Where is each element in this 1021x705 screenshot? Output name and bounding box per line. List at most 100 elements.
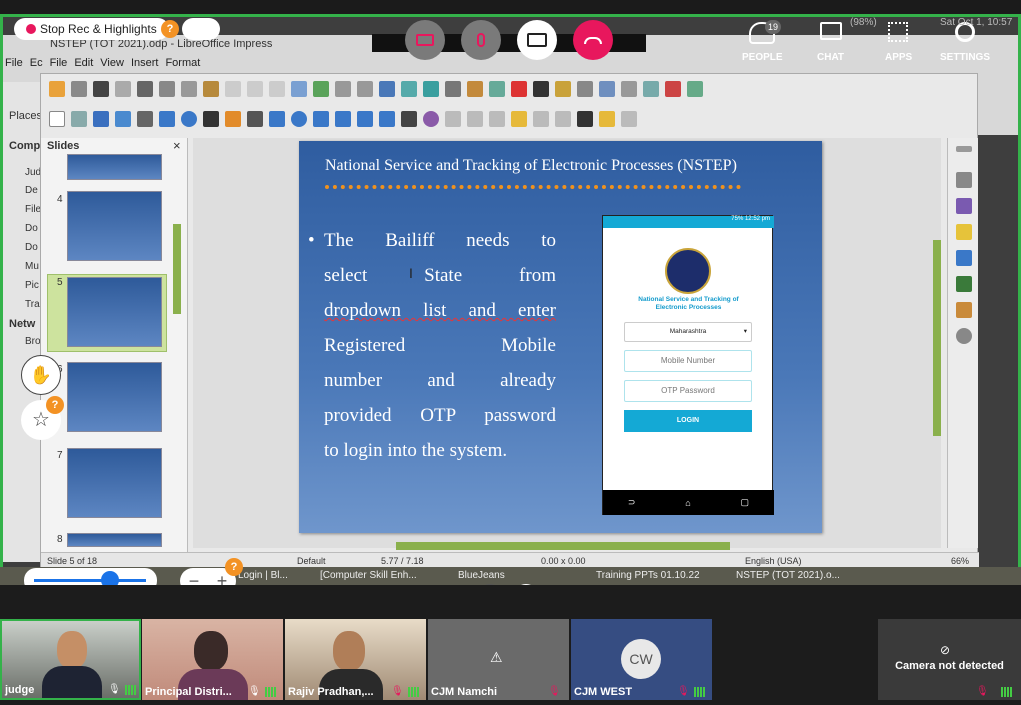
home-icon[interactable]: ⌂	[685, 498, 690, 508]
menu-item[interactable]: Edit	[74, 57, 93, 73]
animation-icon[interactable]	[956, 224, 972, 240]
taskbar-item[interactable]: NSTEP (TOT 2021).o...	[736, 570, 840, 581]
horizontal-scrollbar[interactable]	[396, 542, 730, 550]
properties-icon[interactable]	[956, 172, 972, 188]
sidebar-item[interactable]: Pic	[25, 280, 39, 291]
participant-tile[interactable]: Rajiv Pradhan,... 🎙	[285, 619, 426, 700]
taskbar-item[interactable]: BlueJeans	[458, 570, 505, 581]
styles-icon[interactable]	[956, 276, 972, 292]
sidebar-item[interactable]: Bro	[25, 336, 41, 347]
chat-label[interactable]: CHAT	[817, 52, 844, 63]
redo-icon[interactable]	[269, 81, 285, 97]
navigator-icon[interactable]	[956, 328, 972, 344]
media-icon[interactable]	[489, 81, 505, 97]
participant-tile[interactable]: judge 🎙	[0, 619, 141, 700]
glue-points-icon[interactable]	[599, 111, 615, 127]
sidebar-menu-icon[interactable]	[956, 146, 972, 152]
state-select[interactable]: Maharashtra ▾	[624, 322, 752, 342]
grid-icon[interactable]	[335, 81, 351, 97]
filter-icon[interactable]	[555, 111, 571, 127]
sidebar-item[interactable]: File	[25, 204, 41, 215]
slides-scrollbar[interactable]	[173, 224, 181, 314]
taskbar-item[interactable]: [Computer Skill Enh...	[320, 570, 417, 581]
settings-label[interactable]: SETTINGS	[940, 52, 990, 63]
help-badge-icon[interactable]: ?	[46, 396, 64, 414]
gallery-icon[interactable]	[956, 302, 972, 318]
slide-thumbnail[interactable]	[67, 448, 162, 518]
participant-tile[interactable]: ⚠ CJM Namchi 🎙	[428, 619, 569, 700]
participant-tile[interactable]: Principal Distri... 🎙	[142, 619, 283, 700]
menu-item[interactable]: Insert	[131, 57, 159, 73]
new-icon[interactable]	[49, 81, 65, 97]
back-icon[interactable]: ⊃	[628, 497, 636, 508]
master-slides-icon[interactable]	[956, 250, 972, 266]
help-badge-icon[interactable]: ?	[161, 20, 179, 38]
apps-icon[interactable]	[888, 22, 908, 42]
slide-bullet-text[interactable]: • The Bailiff needs to select State from…	[308, 223, 556, 468]
sidebar-item[interactable]: Do	[25, 242, 38, 253]
slide-thumbnail[interactable]	[67, 191, 162, 261]
taskbar-item[interactable]: Login | Bl...	[238, 570, 288, 581]
find-icon[interactable]	[291, 81, 307, 97]
table-icon[interactable]	[445, 81, 461, 97]
menu-item[interactable]: View	[100, 57, 124, 73]
curve-icon[interactable]	[225, 111, 241, 127]
new-slide-icon[interactable]	[621, 81, 637, 97]
toggle-extrusion-icon[interactable]	[621, 111, 637, 127]
shadow-icon[interactable]	[511, 111, 527, 127]
self-view-tile[interactable]: ⊘ Camera not detected 🎙	[878, 619, 1021, 700]
raise-hand-button[interactable]: ✋	[21, 355, 61, 395]
arrange-icon[interactable]	[467, 111, 483, 127]
zoom-icon[interactable]	[71, 111, 87, 127]
mute-button[interactable]	[461, 20, 501, 60]
people-label[interactable]: PEOPLE	[742, 52, 783, 63]
slide-layout-icon[interactable]	[687, 81, 703, 97]
points-icon[interactable]	[577, 111, 593, 127]
3d-objects-icon[interactable]	[401, 111, 417, 127]
line-color-icon[interactable]	[93, 111, 109, 127]
slide-canvas[interactable]: National Service and Tracking of Electro…	[299, 141, 822, 533]
arrow-icon[interactable]	[203, 111, 219, 127]
textbox-icon[interactable]	[533, 81, 549, 97]
line-icon[interactable]	[137, 111, 153, 127]
image-icon[interactable]	[467, 81, 483, 97]
mobile-number-field[interactable]: Mobile Number	[624, 350, 752, 372]
share-screen-button[interactable]	[517, 20, 557, 60]
callouts-icon[interactable]	[357, 111, 373, 127]
taskbar-item[interactable]: Training PPTs 01.10.22	[596, 570, 700, 581]
fill-color-icon[interactable]	[115, 111, 131, 127]
rectangle-icon[interactable]	[159, 111, 175, 127]
slide-transition-icon[interactable]	[956, 198, 972, 214]
login-button[interactable]: LOGIN	[624, 410, 752, 432]
master-slide-icon[interactable]	[379, 81, 395, 97]
cut-icon[interactable]	[159, 81, 175, 97]
zoom-level[interactable]: 66%	[951, 556, 969, 566]
recents-icon[interactable]: ▢	[741, 497, 750, 508]
paste-icon[interactable]	[203, 81, 219, 97]
sidebar-item[interactable]: Tra	[25, 299, 40, 310]
distribute-icon[interactable]	[489, 111, 505, 127]
display-views-icon[interactable]	[357, 81, 373, 97]
otp-password-field[interactable]: OTP Password	[624, 380, 752, 402]
menu-item[interactable]: File	[5, 57, 23, 73]
connector-icon[interactable]	[247, 111, 263, 127]
print-icon[interactable]	[137, 81, 153, 97]
export-icon[interactable]	[115, 81, 131, 97]
apps-label[interactable]: APPS	[885, 52, 912, 63]
crop-icon[interactable]	[533, 111, 549, 127]
duplicate-slide-icon[interactable]	[643, 81, 659, 97]
help-badge-icon[interactable]: ?	[225, 558, 243, 576]
undo-icon[interactable]	[247, 81, 263, 97]
block-arrows-icon[interactable]	[313, 111, 329, 127]
slide-thumbnail-selected[interactable]	[67, 277, 162, 347]
menu-item[interactable]: Format	[165, 57, 200, 73]
slide-thumbnail[interactable]	[67, 362, 162, 432]
fontwork-icon[interactable]	[555, 81, 571, 97]
sidebar-item[interactable]: Mu	[25, 261, 39, 272]
video-off-button[interactable]	[405, 20, 445, 60]
delete-slide-icon[interactable]	[665, 81, 681, 97]
reactions-button[interactable]	[182, 18, 220, 40]
sidebar-item[interactable]: Do	[25, 223, 38, 234]
language[interactable]: English (USA)	[745, 556, 802, 566]
slide-thumbnail[interactable]	[67, 533, 162, 547]
